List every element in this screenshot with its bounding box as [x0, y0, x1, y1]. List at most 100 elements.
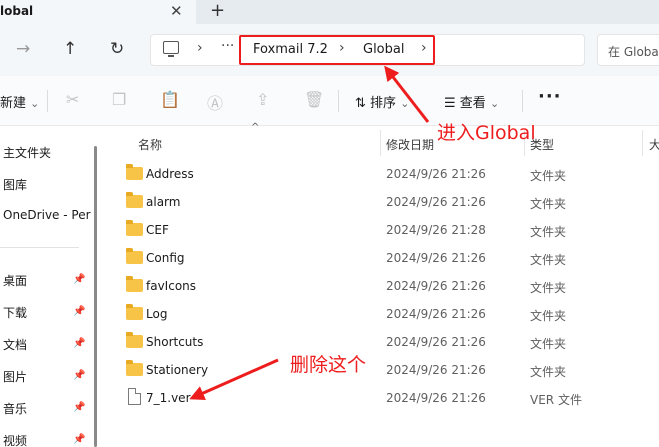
- pin-icon: 📌: [73, 434, 86, 445]
- folder-icon: [126, 220, 143, 236]
- view-button[interactable]: ☰ 查看 ⌄: [444, 92, 499, 111]
- share-icon[interactable]: ⇪: [256, 90, 269, 109]
- file-name: favIcons: [146, 279, 197, 293]
- folder-icon: [126, 192, 143, 208]
- chevron-right-icon[interactable]: ›: [197, 40, 203, 56]
- file-type: 文件夹: [530, 225, 567, 239]
- pin-icon: 📌: [73, 274, 86, 285]
- file-modified: 2024/9/26 21:26: [386, 335, 486, 349]
- sidebar-item-documents[interactable]: 文档: [3, 336, 27, 353]
- file-type: 文件夹: [530, 169, 567, 183]
- list-item[interactable]: Stationery 2024/9/26 21:26 文件夹: [100, 356, 659, 384]
- column-header-name[interactable]: 名称: [138, 136, 162, 153]
- file-modified: 2024/9/26 21:28: [386, 223, 486, 237]
- file-modified: 2024/9/26 21:26: [386, 279, 486, 293]
- file-list: ^ 名称 修改日期 类型 大 Address 2024/9/26 21:26 文…: [100, 122, 659, 447]
- chevron-down-icon: ⌄: [400, 97, 410, 110]
- sidebar-item-gallery[interactable]: 图库: [3, 176, 27, 193]
- file-modified: 2024/9/26 21:26: [386, 363, 486, 377]
- sort-label: 排序: [370, 96, 397, 111]
- file-type: 文件夹: [530, 197, 567, 211]
- file-type: 文件夹: [530, 365, 567, 379]
- folder-icon: [126, 360, 143, 376]
- file-type: 文件夹: [530, 309, 567, 323]
- list-item[interactable]: 7_1.ver 2024/9/26 21:26 VER 文件: [100, 384, 659, 412]
- delete-icon[interactable]: 🗑: [304, 90, 324, 109]
- list-item[interactable]: Shortcuts 2024/9/26 21:26 文件夹: [100, 328, 659, 356]
- column-divider[interactable]: [642, 130, 643, 156]
- file-name: Address: [146, 167, 194, 181]
- folder-icon: [126, 332, 143, 348]
- sort-button[interactable]: ⇅ 排序 ⌄: [355, 92, 409, 111]
- more-options-icon[interactable]: ···: [538, 86, 562, 107]
- file-type: 文件夹: [530, 337, 567, 351]
- new-button[interactable]: 新建 ⌄: [0, 92, 39, 111]
- paste-icon[interactable]: 📋: [160, 90, 180, 109]
- arrow-up-icon[interactable]: ↑: [63, 39, 77, 59]
- rename-icon[interactable]: Ⓐ: [207, 90, 223, 114]
- sidebar-item-downloads[interactable]: 下载: [3, 304, 27, 321]
- this-pc-icon[interactable]: [163, 41, 179, 57]
- file-modified: 2024/9/26 21:26: [386, 195, 486, 209]
- folder-icon: [126, 276, 143, 292]
- sidebar-item-desktop[interactable]: 桌面: [3, 272, 27, 289]
- file-modified: 2024/9/26 21:26: [386, 167, 486, 181]
- list-item[interactable]: alarm 2024/9/26 21:26 文件夹: [100, 188, 659, 216]
- list-item[interactable]: CEF 2024/9/26 21:28 文件夹: [100, 216, 659, 244]
- view-label: 查看: [459, 96, 486, 111]
- folder-icon: [126, 304, 143, 320]
- file-type: 文件夹: [530, 281, 567, 295]
- folder-icon: [126, 164, 143, 180]
- sidebar-scrollbar[interactable]: [94, 146, 97, 447]
- navigation-pane: 主文件夹 图库 OneDrive - Per 桌面 📌 下载 📌 文档 📌 图片…: [0, 126, 97, 447]
- sidebar-item-videos[interactable]: 视频: [3, 432, 27, 447]
- annotation-delete-this: 删除这个: [290, 354, 367, 376]
- view-icon: ☰: [444, 96, 456, 111]
- toolbar-divider: [522, 90, 523, 112]
- refresh-icon[interactable]: ↻: [110, 39, 124, 59]
- folder-icon: [126, 248, 143, 264]
- copy-icon[interactable]: ❐: [112, 90, 126, 109]
- file-name: Shortcuts: [146, 335, 204, 349]
- column-divider[interactable]: [380, 130, 381, 156]
- chevron-down-icon: ⌄: [30, 97, 40, 110]
- file-name: Stationery: [146, 363, 209, 377]
- toolbar-divider: [47, 90, 48, 112]
- search-input[interactable]: 在 Globa: [597, 34, 659, 66]
- new-label: 新建: [0, 96, 27, 111]
- address-bar[interactable]: › ··· Foxmail 7.2 › Global ›: [150, 34, 585, 66]
- list-item[interactable]: Config 2024/9/26 21:26 文件夹: [100, 244, 659, 272]
- list-item[interactable]: Address 2024/9/26 21:26 文件夹: [100, 160, 659, 188]
- sidebar-item-pictures[interactable]: 图片: [3, 368, 27, 385]
- arrow-right-icon[interactable]: →: [16, 39, 30, 59]
- column-header-modified[interactable]: 修改日期: [386, 136, 434, 153]
- file-icon: [128, 388, 141, 405]
- chevron-down-icon: ⌄: [489, 97, 500, 110]
- sidebar-divider: [0, 247, 79, 248]
- sidebar-item-music[interactable]: 音乐: [3, 400, 27, 417]
- pin-icon: 📌: [73, 402, 86, 413]
- tab-global[interactable]: lobal ✕: [0, 0, 196, 24]
- file-modified: 2024/9/26 21:26: [386, 251, 486, 265]
- file-name: alarm: [146, 195, 181, 209]
- more-locations-icon[interactable]: ···: [221, 38, 234, 54]
- command-bar: 新建 ⌄ ✂ ❐ 📋 Ⓐ ⇪ 🗑 ⇅ 排序 ⌄ ☰ 查看 ⌄ ···: [0, 76, 659, 126]
- pin-icon: 📌: [73, 338, 86, 349]
- file-name: CEF: [146, 223, 169, 237]
- list-item[interactable]: favIcons 2024/9/26 21:26 文件夹: [100, 272, 659, 300]
- column-header-size[interactable]: 大: [649, 136, 659, 153]
- sidebar-item-onedrive[interactable]: OneDrive - Per: [3, 208, 91, 222]
- file-modified: 2024/9/26 21:26: [386, 307, 486, 321]
- pin-icon: 📌: [73, 306, 86, 317]
- annotation-enter-global: 进入Global: [437, 122, 536, 144]
- sidebar-item-home[interactable]: 主文件夹: [3, 144, 51, 161]
- tab-strip: lobal ✕ +: [0, 0, 659, 24]
- new-tab-icon[interactable]: +: [210, 0, 225, 21]
- toolbar-divider: [338, 90, 339, 112]
- close-tab-icon[interactable]: ✕: [170, 2, 183, 20]
- list-item[interactable]: Log 2024/9/26 21:26 文件夹: [100, 300, 659, 328]
- sort-ascending-icon: ^: [251, 122, 260, 133]
- file-type: 文件夹: [530, 253, 567, 267]
- sort-icon: ⇅: [355, 96, 366, 111]
- cut-icon[interactable]: ✂: [66, 90, 79, 109]
